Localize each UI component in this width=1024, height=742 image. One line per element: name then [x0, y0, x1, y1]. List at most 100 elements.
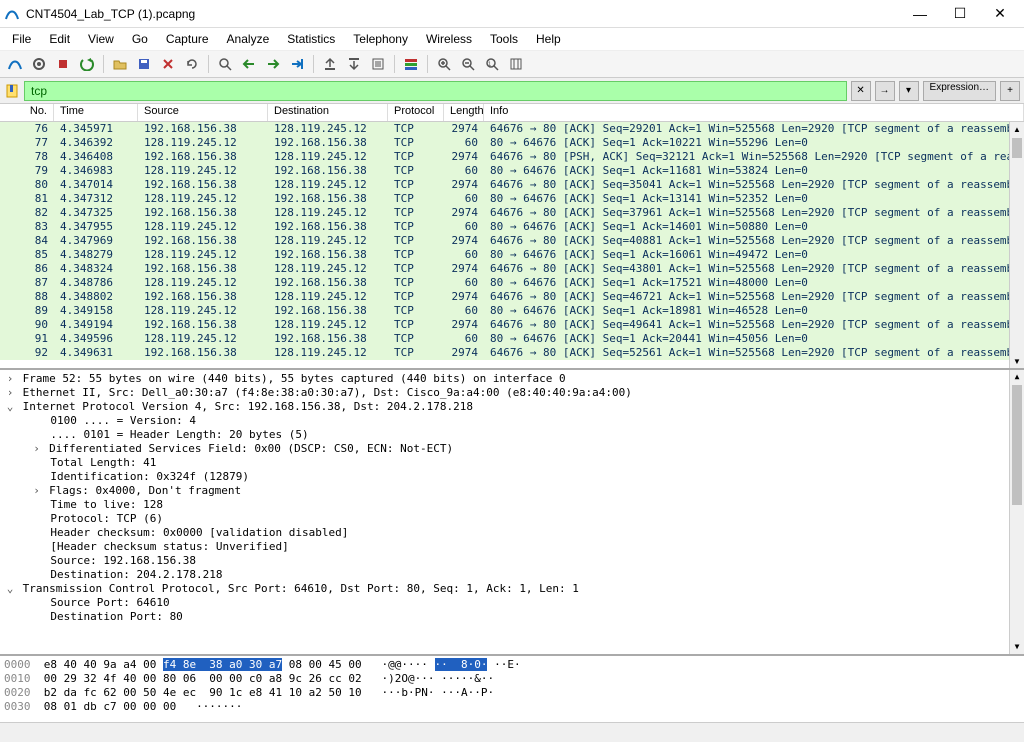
packet-row[interactable]: 844.347969192.168.156.38128.119.245.12TC… — [0, 234, 1024, 248]
col-header-no[interactable]: No. — [0, 104, 54, 121]
start-capture-icon[interactable] — [4, 53, 26, 75]
col-header-destination[interactable]: Destination — [268, 104, 388, 121]
scroll-down-icon[interactable]: ▼ — [1010, 354, 1024, 368]
reload-icon[interactable] — [181, 53, 203, 75]
packet-list-scrollbar[interactable]: ▲ ▼ — [1009, 122, 1024, 368]
minimize-button[interactable]: — — [900, 2, 940, 26]
packet-row[interactable]: 804.347014192.168.156.38128.119.245.12TC… — [0, 178, 1024, 192]
packet-row[interactable]: 874.348786128.119.245.12192.168.156.38TC… — [0, 276, 1024, 290]
packet-row[interactable]: 914.349596128.119.245.12192.168.156.38TC… — [0, 332, 1024, 346]
filter-dropdown-button[interactable]: ▾ — [899, 81, 919, 101]
expander-icon[interactable]: › — [31, 484, 43, 498]
zoom-reset-icon[interactable]: 1 — [481, 53, 503, 75]
menu-wireless[interactable]: Wireless — [418, 30, 480, 48]
options-icon[interactable] — [76, 53, 98, 75]
packet-row[interactable]: 774.346392128.119.245.12192.168.156.38TC… — [0, 136, 1024, 150]
col-header-source[interactable]: Source — [138, 104, 268, 121]
packet-row[interactable]: 854.348279128.119.245.12192.168.156.38TC… — [0, 248, 1024, 262]
expander-icon[interactable]: ⌄ — [4, 400, 16, 414]
packet-row[interactable]: 904.349194192.168.156.38128.119.245.12TC… — [0, 318, 1024, 332]
packet-row[interactable]: 894.349158128.119.245.12192.168.156.38TC… — [0, 304, 1024, 318]
detail-line[interactable]: Destination: 204.2.178.218 — [4, 568, 1020, 582]
find-icon[interactable] — [214, 53, 236, 75]
scroll-thumb[interactable] — [1012, 385, 1022, 505]
packet-row[interactable]: 794.346983128.119.245.12192.168.156.38TC… — [0, 164, 1024, 178]
auto-scroll-icon[interactable] — [367, 53, 389, 75]
expander-icon[interactable]: › — [4, 372, 16, 386]
hex-line[interactable]: 0000 e8 40 40 9a a4 00 f4 8e 38 a0 30 a7… — [4, 658, 1020, 672]
detail-line[interactable]: [Header checksum status: Unverified] — [4, 540, 1020, 554]
scroll-down-icon[interactable]: ▼ — [1010, 640, 1024, 654]
hex-line[interactable]: 0010 00 29 32 4f 40 00 80 06 00 00 c0 a8… — [4, 672, 1020, 686]
packet-details-pane[interactable]: › Frame 52: 55 bytes on wire (440 bits),… — [0, 370, 1024, 656]
scroll-up-icon[interactable]: ▲ — [1010, 370, 1024, 384]
packet-row[interactable]: 824.347325192.168.156.38128.119.245.12TC… — [0, 206, 1024, 220]
packet-row[interactable]: 884.348802192.168.156.38128.119.245.12TC… — [0, 290, 1024, 304]
expander-icon[interactable]: › — [31, 442, 43, 456]
expander-icon[interactable]: › — [4, 386, 16, 400]
packet-row[interactable]: 834.347955128.119.245.12192.168.156.38TC… — [0, 220, 1024, 234]
details-scrollbar[interactable]: ▲ ▼ — [1009, 370, 1024, 654]
menu-go[interactable]: Go — [124, 30, 156, 48]
packet-row[interactable]: 814.347312128.119.245.12192.168.156.38TC… — [0, 192, 1024, 206]
menu-analyze[interactable]: Analyze — [219, 30, 278, 48]
detail-line[interactable]: Total Length: 41 — [4, 456, 1020, 470]
filter-expression-button[interactable]: Expression… — [923, 81, 996, 101]
close-button[interactable]: ✕ — [980, 2, 1020, 26]
col-header-length[interactable]: Length — [444, 104, 484, 121]
scroll-up-icon[interactable]: ▲ — [1010, 122, 1024, 136]
menu-capture[interactable]: Capture — [158, 30, 217, 48]
zoom-in-icon[interactable] — [433, 53, 455, 75]
stop-capture-icon[interactable] — [28, 53, 50, 75]
detail-line[interactable]: Identification: 0x324f (12879) — [4, 470, 1020, 484]
go-forward-icon[interactable] — [262, 53, 284, 75]
menu-statistics[interactable]: Statistics — [279, 30, 343, 48]
col-header-time[interactable]: Time — [54, 104, 138, 121]
hex-line[interactable]: 0020 b2 da fc 62 00 50 4e ec 90 1c e8 41… — [4, 686, 1020, 700]
packet-bytes-pane[interactable]: 0000 e8 40 40 9a a4 00 f4 8e 38 a0 30 a7… — [0, 656, 1024, 722]
go-back-icon[interactable] — [238, 53, 260, 75]
filter-add-button[interactable]: + — [1000, 81, 1020, 101]
menu-telephony[interactable]: Telephony — [345, 30, 416, 48]
hex-line[interactable]: 0030 08 01 db c7 00 00 00 ······· — [4, 700, 1020, 714]
go-last-icon[interactable] — [343, 53, 365, 75]
maximize-button[interactable]: ☐ — [940, 2, 980, 26]
detail-line[interactable]: Source Port: 64610 — [4, 596, 1020, 610]
detail-line[interactable]: › Ethernet II, Src: Dell_a0:30:a7 (f4:8e… — [4, 386, 1020, 400]
filter-clear-button[interactable]: ✕ — [851, 81, 871, 101]
open-file-icon[interactable] — [109, 53, 131, 75]
menu-help[interactable]: Help — [528, 30, 569, 48]
go-to-packet-icon[interactable] — [286, 53, 308, 75]
detail-line[interactable]: Source: 192.168.156.38 — [4, 554, 1020, 568]
restart-capture-icon[interactable] — [52, 53, 74, 75]
menu-view[interactable]: View — [80, 30, 122, 48]
col-header-info[interactable]: Info — [484, 104, 1024, 121]
detail-line[interactable]: › Differentiated Services Field: 0x00 (D… — [4, 442, 1020, 456]
zoom-out-icon[interactable] — [457, 53, 479, 75]
filter-apply-button[interactable]: → — [875, 81, 895, 101]
display-filter-input[interactable] — [24, 81, 847, 101]
detail-line[interactable]: ⌄ Transmission Control Protocol, Src Por… — [4, 582, 1020, 596]
menu-tools[interactable]: Tools — [482, 30, 526, 48]
go-first-icon[interactable] — [319, 53, 341, 75]
packet-row[interactable]: 864.348324192.168.156.38128.119.245.12TC… — [0, 262, 1024, 276]
detail-line[interactable]: Protocol: TCP (6) — [4, 512, 1020, 526]
bookmark-filter-icon[interactable] — [4, 83, 20, 99]
resize-columns-icon[interactable] — [505, 53, 527, 75]
detail-line[interactable]: 0100 .... = Version: 4 — [4, 414, 1020, 428]
detail-line[interactable]: › Flags: 0x4000, Don't fragment — [4, 484, 1020, 498]
col-header-protocol[interactable]: Protocol — [388, 104, 444, 121]
detail-line[interactable]: .... 0101 = Header Length: 20 bytes (5) — [4, 428, 1020, 442]
detail-line[interactable]: Destination Port: 80 — [4, 610, 1020, 624]
packet-row[interactable]: 764.345971192.168.156.38128.119.245.12TC… — [0, 122, 1024, 136]
colorize-icon[interactable] — [400, 53, 422, 75]
scroll-thumb[interactable] — [1012, 138, 1022, 158]
detail-line[interactable]: › Frame 52: 55 bytes on wire (440 bits),… — [4, 372, 1020, 386]
menu-edit[interactable]: Edit — [41, 30, 78, 48]
expander-icon[interactable]: ⌄ — [4, 582, 16, 596]
packet-list-header[interactable]: No. Time Source Destination Protocol Len… — [0, 104, 1024, 122]
save-file-icon[interactable] — [133, 53, 155, 75]
detail-line[interactable]: Time to live: 128 — [4, 498, 1020, 512]
detail-line[interactable]: Header checksum: 0x0000 [validation disa… — [4, 526, 1020, 540]
menu-file[interactable]: File — [4, 30, 39, 48]
